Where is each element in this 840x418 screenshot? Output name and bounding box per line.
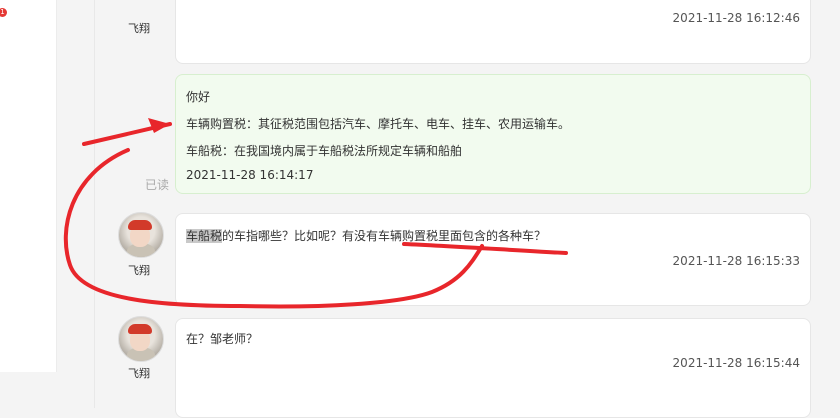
unread-badge: 1 bbox=[0, 8, 7, 17]
message-time: 2021-11-28 16:15:33 bbox=[672, 254, 800, 268]
own-message-bubble[interactable]: 你好 车辆购置税：其征税范围包括汽车、摩托车、电车、挂车、农用运输车。 车船税：… bbox=[175, 74, 811, 194]
message-line: 你好 bbox=[186, 90, 211, 104]
message-time: 2021-11-28 16:14:17 bbox=[186, 168, 314, 182]
sender-name: 飞翔 bbox=[128, 264, 150, 277]
avatar[interactable] bbox=[118, 316, 164, 362]
conversation-list-panel: 1 bbox=[0, 0, 57, 372]
selected-text: 车船税 bbox=[186, 229, 223, 243]
panel-divider bbox=[94, 0, 95, 408]
message-bubble[interactable]: 在？邹老师？ 2021-11-28 16:15:44 bbox=[175, 318, 811, 418]
sender-name: 飞翔 bbox=[128, 367, 150, 380]
message-text: 在？邹老师？ bbox=[186, 332, 259, 346]
message-bubble[interactable]: 2021-11-28 16:12:46 bbox=[175, 0, 811, 64]
avatar[interactable] bbox=[118, 212, 164, 258]
message-bubble[interactable]: 车船税的车指哪些？比如呢？有没有车辆购置税里面包含的各种车？ 2021-11-2… bbox=[175, 213, 811, 306]
read-status: 已读 bbox=[145, 178, 170, 192]
annotation-arrowhead bbox=[148, 118, 170, 133]
sender-name: 飞翔 bbox=[128, 22, 150, 35]
message-text: 车船税的车指哪些？比如呢？有没有车辆购置税里面包含的各种车？ bbox=[186, 227, 546, 244]
message-line: 车辆购置税：其征税范围包括汽车、摩托车、电车、挂车、农用运输车。 bbox=[186, 117, 571, 131]
message-text-rest: 的车指哪些？比如呢？有没有车辆购置税里面包含的各种车？ bbox=[222, 229, 547, 243]
message-line: 车船税：在我国境内属于车船税法所规定车辆和船舶 bbox=[186, 144, 463, 158]
message-time: 2021-11-28 16:15:44 bbox=[672, 356, 800, 370]
annotation-arrow bbox=[82, 122, 172, 146]
message-time: 2021-11-28 16:12:46 bbox=[672, 11, 800, 25]
